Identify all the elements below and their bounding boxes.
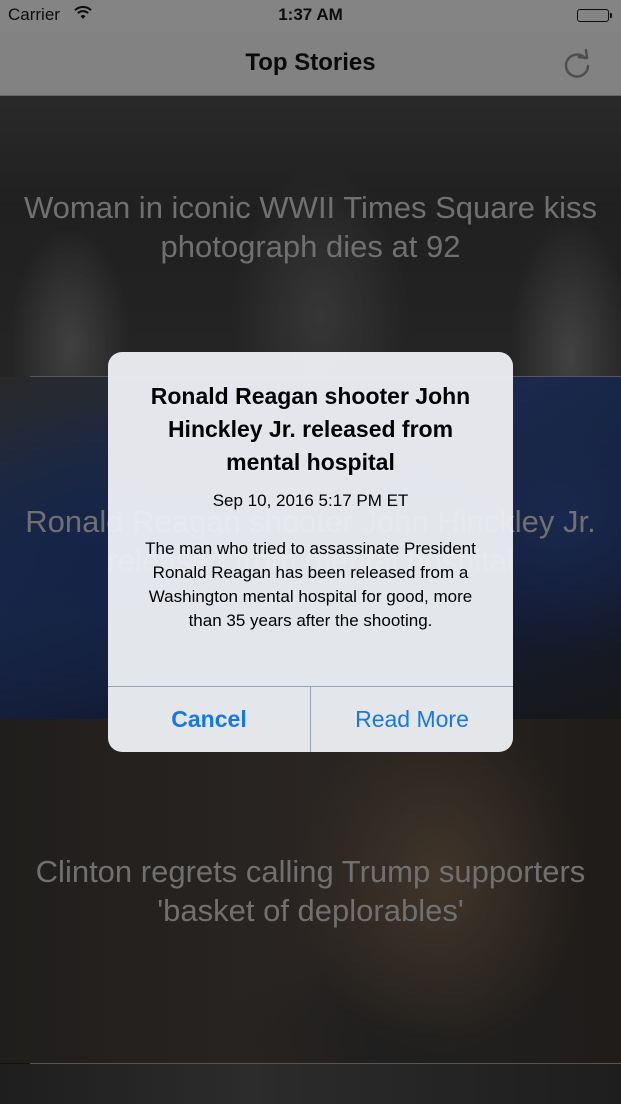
story-alert-dialog: Ronald Reagan shooter John Hinckley Jr. … [108,352,513,752]
alert-title: Ronald Reagan shooter John Hinckley Jr. … [150,383,471,475]
alert-message: The man who tried to assassinate Preside… [145,539,476,630]
cancel-button[interactable]: Cancel [108,687,311,752]
alert-actions: Cancel Read More [108,686,513,752]
read-more-button[interactable]: Read More [311,687,513,752]
alert-date: Sep 10, 2016 5:17 PM ET [212,491,409,510]
alert-body: Ronald Reagan shooter John Hinckley Jr. … [108,352,513,687]
